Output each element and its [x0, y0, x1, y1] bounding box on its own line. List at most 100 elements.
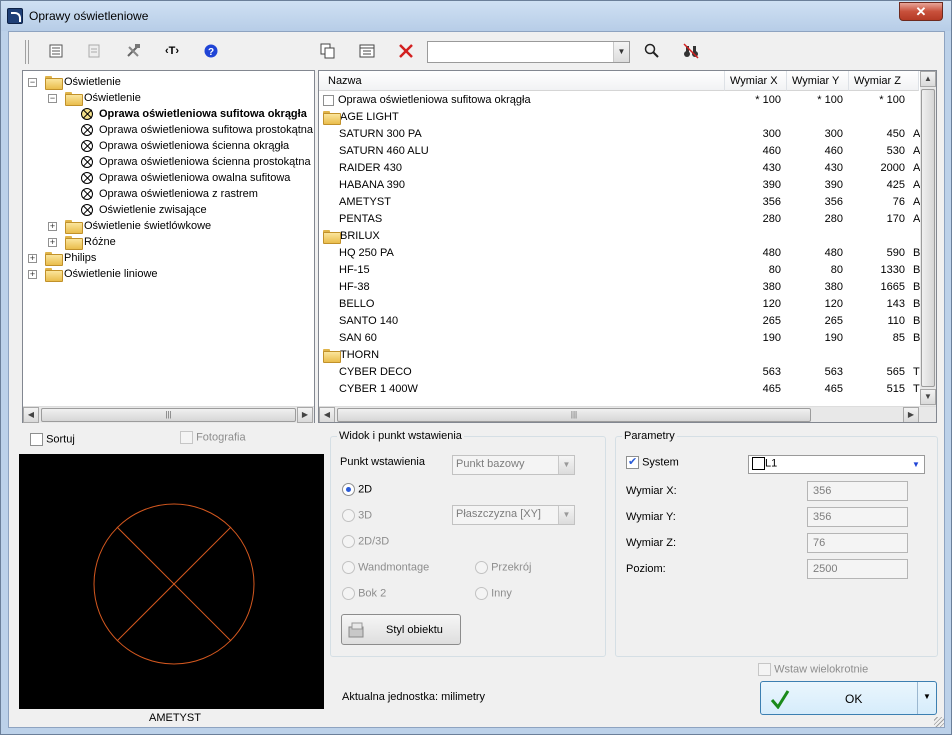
binoculars-icon[interactable] — [679, 40, 703, 62]
chevron-down-icon[interactable]: ▼ — [558, 506, 574, 524]
search-icon[interactable] — [640, 40, 664, 62]
list-row[interactable]: BELLO 120 120 143 B — [319, 296, 936, 313]
list-row[interactable]: AGE LIGHT — [319, 109, 936, 126]
fixture-list[interactable]: Nazwa Wymiar X Wymiar Y Wymiar Z Oprawa … — [318, 70, 937, 423]
scroll-thumb[interactable]: ||| — [337, 408, 811, 422]
tree-item[interactable]: Oprawa oświetleniowa ścienna prostokątna — [81, 154, 311, 170]
tree-expander-icon[interactable]: + — [28, 254, 37, 263]
scroll-right-icon[interactable]: ▶ — [297, 407, 313, 423]
radio-inny[interactable]: Inny — [475, 587, 512, 600]
wy-field[interactable]: 356 — [807, 507, 908, 527]
scroll-left-icon[interactable]: ◀ — [23, 407, 39, 423]
tree-item[interactable]: Oświetlenie — [65, 90, 141, 107]
col-header-wx[interactable]: Wymiar X — [725, 71, 787, 91]
list-horizontal-scrollbar[interactable]: ◀ ||| ▶ — [319, 406, 936, 422]
scroll-thumb[interactable]: ||| — [41, 408, 296, 422]
list-row[interactable]: SATURN 460 ALU 460 460 530 A — [319, 143, 936, 160]
tree-expander-icon[interactable]: + — [28, 270, 37, 279]
scroll-up-icon[interactable]: ▲ — [920, 71, 936, 87]
tree-item[interactable]: Oprawa oświetleniowa sufitowa prostokątn… — [81, 122, 313, 138]
properties-icon[interactable] — [44, 40, 68, 62]
help-icon[interactable]: ? — [199, 40, 223, 62]
col-header-wz[interactable]: Wymiar Z — [849, 71, 919, 91]
radio-2d[interactable]: 2D — [342, 483, 372, 496]
preview-caption: AMETYST — [149, 712, 201, 724]
photo-checkbox[interactable]: Fotografia — [180, 431, 246, 444]
scroll-down-icon[interactable]: ▼ — [920, 389, 936, 405]
list-row[interactable]: CYBER DECO 563 563 565 T — [319, 364, 936, 381]
tree-item[interactable]: Oprawa oświetleniowa ścienna okrągła — [81, 138, 289, 154]
list-row[interactable]: SATURN 300 PA 300 300 450 A — [319, 126, 936, 143]
col-header-name[interactable]: Nazwa — [319, 71, 725, 91]
resize-grip[interactable] — [934, 717, 944, 727]
scroll-thumb[interactable] — [921, 89, 935, 387]
radio-bok2[interactable]: Bok 2 — [342, 587, 386, 600]
tree-item[interactable]: Philips — [45, 250, 96, 267]
document-icon[interactable] — [82, 40, 106, 62]
wz-field[interactable]: 76 — [807, 533, 908, 553]
list-row[interactable]: PENTAS 280 280 170 A — [319, 211, 936, 228]
list-row[interactable]: SANTO 140 265 265 110 B — [319, 313, 936, 330]
search-combo[interactable]: ▼ — [427, 41, 630, 63]
tree-item[interactable]: Różne — [65, 234, 116, 251]
tree-item[interactable]: Oprawa oświetleniowa z rastrem — [81, 186, 258, 202]
tree-horizontal-scrollbar[interactable]: ◀ ||| ▶ — [23, 406, 314, 423]
multi-insert-checkbox[interactable]: Wstaw wielokrotnie — [758, 663, 868, 676]
copy-icon[interactable] — [316, 40, 340, 62]
tree-item[interactable]: Oświetlenie — [45, 74, 121, 91]
list-row[interactable]: HABANA 390 390 390 425 A — [319, 177, 936, 194]
layer-select[interactable]: L1 ▼ — [748, 455, 925, 474]
radio-inny-label: Inny — [491, 587, 512, 600]
list-row[interactable]: CYBER 1 400W 465 465 515 T — [319, 381, 936, 398]
list-row[interactable]: SAN 60 190 190 85 B — [319, 330, 936, 347]
tree-expander-icon[interactable]: + — [48, 238, 57, 247]
list-row[interactable]: RAIDER 430 430 430 2000 A — [319, 160, 936, 177]
chevron-down-icon[interactable]: ▼ — [923, 692, 931, 701]
plane-select[interactable]: Płaszczyzna [XY] ▼ — [452, 505, 575, 525]
tree-item[interactable]: Oprawa oświetleniowa sufitowa okrągła — [81, 106, 307, 122]
chevron-down-icon[interactable]: ▼ — [613, 42, 629, 62]
radio-wandmontage[interactable]: Wandmontage — [342, 561, 429, 574]
tree-item[interactable]: Oświetlenie zwisające — [81, 202, 207, 218]
wx-field[interactable]: 356 — [807, 481, 908, 501]
system-checkbox[interactable]: System — [626, 455, 679, 469]
close-button[interactable]: ✕ — [899, 2, 943, 21]
row-checkbox[interactable] — [323, 94, 334, 106]
poziom-field[interactable]: 2500 — [807, 559, 908, 579]
list-view-icon[interactable] — [355, 40, 379, 62]
list-row[interactable]: HF-38 380 380 1665 B — [319, 279, 936, 296]
radio-3d[interactable]: 3D — [342, 509, 372, 522]
text-tag-icon[interactable]: ‹T› — [160, 40, 184, 62]
tree-item[interactable]: Oświetlenie liniowe — [45, 266, 158, 283]
chevron-down-icon[interactable]: ▼ — [558, 456, 574, 474]
list-row[interactable]: Oprawa oświetleniowa sufitowa okrągła * 1… — [319, 92, 936, 109]
radio-przekroj[interactable]: Przekrój — [475, 561, 531, 574]
scroll-left-icon[interactable]: ◀ — [319, 407, 335, 422]
delete-icon[interactable] — [394, 40, 418, 62]
tree-expander-icon[interactable]: − — [28, 78, 37, 87]
scroll-right-icon[interactable]: ▶ — [903, 407, 919, 422]
tree-item[interactable]: Oświetlenie świetlówkowe — [65, 218, 211, 235]
object-style-button[interactable]: Styl obiektu — [341, 614, 461, 645]
category-tree[interactable]: − Oświetlenie − Oświetlenie Oprawa oświetlen… — [22, 70, 315, 423]
tree-item[interactable]: Oprawa oświetleniowa owalna sufitowa — [81, 170, 290, 186]
list-row[interactable]: AMETYST 356 356 76 A — [319, 194, 936, 211]
list-vertical-scrollbar[interactable]: ▲ ▼ — [920, 71, 936, 406]
toolbar-grip[interactable] — [25, 40, 29, 64]
tools-icon[interactable] — [121, 40, 145, 62]
col-header-wy[interactable]: Wymiar Y — [787, 71, 849, 91]
list-row[interactable]: THORN — [319, 347, 936, 364]
radio-2d3d[interactable]: 2D/3D — [342, 535, 389, 548]
chevron-down-icon[interactable]: ▼ — [908, 456, 924, 473]
ok-button[interactable]: OK ▼ — [760, 681, 937, 715]
row-wz: 590 — [886, 247, 905, 259]
tree-expander-icon[interactable]: + — [48, 222, 57, 231]
title-bar[interactable]: Oprawy oświetleniowe ✕ — [1, 1, 951, 31]
list-row[interactable]: HQ 250 PA 480 480 590 B — [319, 245, 936, 262]
svg-text:?: ? — [208, 47, 214, 58]
sort-checkbox[interactable]: Sortuj — [30, 433, 75, 446]
list-row[interactable]: HF-15 80 80 1330 B — [319, 262, 936, 279]
insert-point-select[interactable]: Punkt bazowy ▼ — [452, 455, 575, 475]
tree-expander-icon[interactable]: − — [48, 94, 57, 103]
list-row[interactable]: BRILUX — [319, 228, 936, 245]
